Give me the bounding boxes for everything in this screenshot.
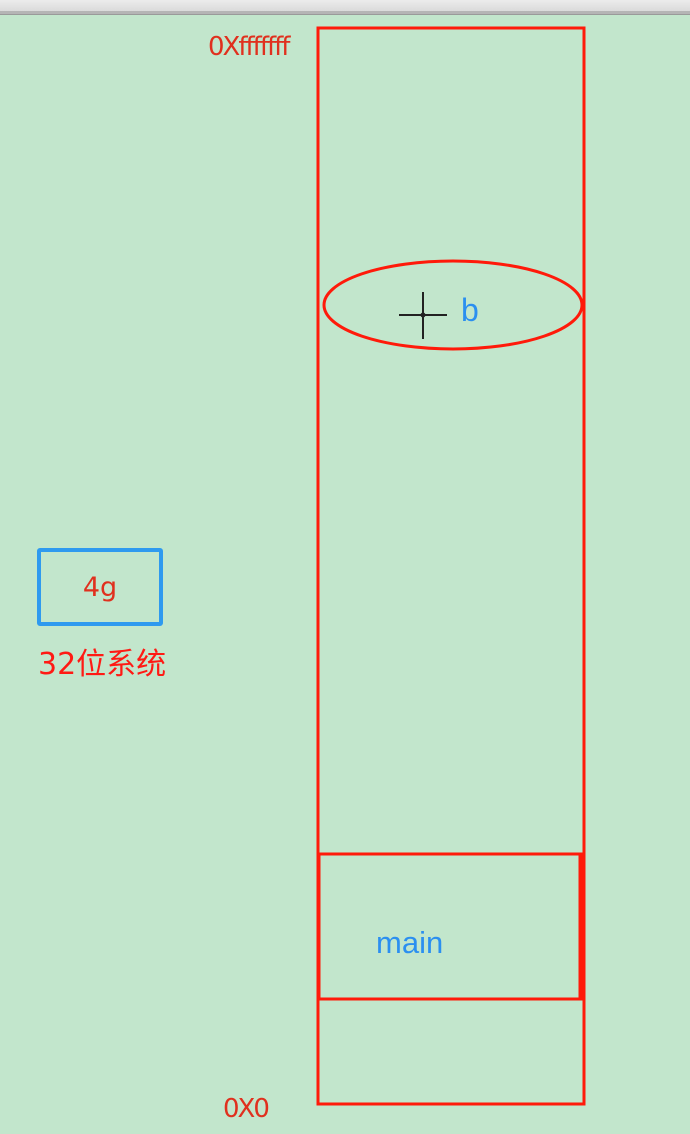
main-frame-box	[317, 852, 584, 1001]
variable-b-ellipse	[322, 259, 584, 351]
main-frame-label: main	[376, 925, 444, 960]
address-space-size: 4g	[82, 571, 118, 603]
variable-b-label: b	[461, 292, 479, 328]
crosshair-center	[420, 312, 426, 318]
address-space-size-box: 4g	[37, 548, 163, 626]
system-caption: 32位系统	[38, 647, 167, 682]
high-address-label: 0Xfffffff	[208, 32, 290, 62]
low-address-label: 0X0	[223, 1094, 270, 1124]
memory-column	[316, 26, 586, 1106]
